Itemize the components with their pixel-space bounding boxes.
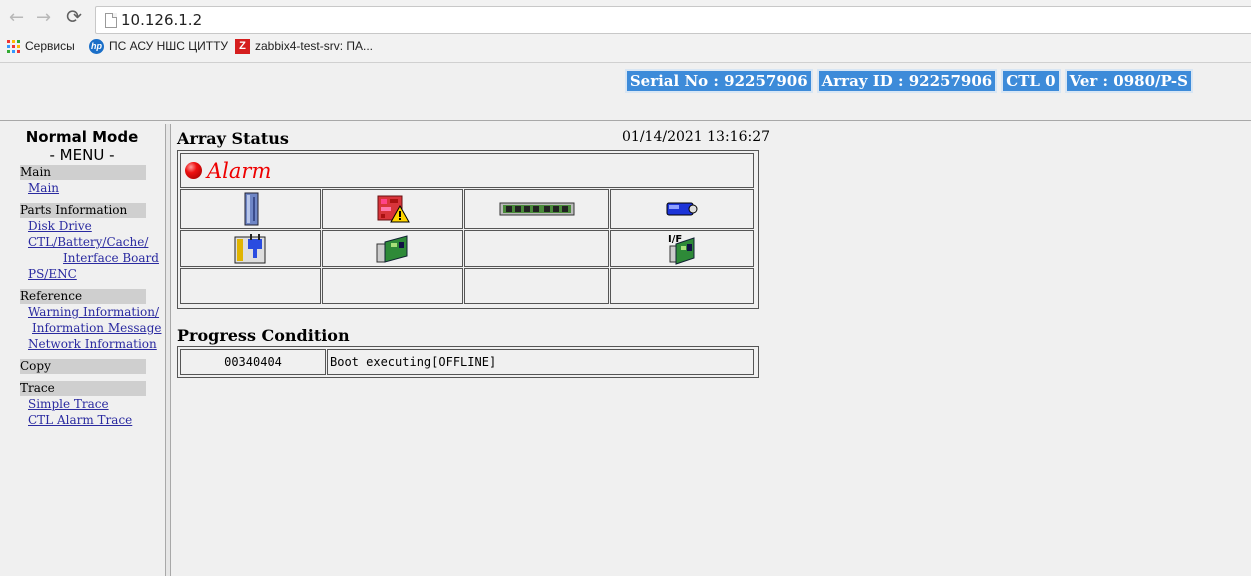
controller-id: CTL 0 [1001, 69, 1061, 93]
menu-link-ctl-battery-cache[interactable]: CTL/Battery/Cache/ [28, 235, 148, 249]
interface-board-icon[interactable]: I/F [666, 232, 698, 266]
back-arrow-icon[interactable]: ← [9, 8, 24, 28]
serial-number: Serial No : 92257906 [624, 69, 813, 93]
forward-arrow-icon[interactable]: → [36, 8, 51, 28]
cache-memory-icon[interactable] [499, 199, 575, 219]
address-bar[interactable]: 10.126.1.2 [95, 6, 1251, 34]
apps-grid-icon [7, 40, 20, 54]
array-id: Array ID : 92257906 [816, 69, 998, 93]
status-cell-battery[interactable] [610, 189, 754, 229]
status-cell-empty-3 [322, 268, 463, 304]
browser-toolbar: ← → ⟳ 10.126.1.2 Сервисы hp ПС АСУ НШС ЦИ… [0, 0, 1251, 63]
menu-section-reference: Reference [20, 289, 146, 304]
menu-link-information-message[interactable]: Information Message [32, 321, 161, 335]
menu-link-main[interactable]: Main [28, 181, 59, 195]
alarm-cell: Alarm [180, 153, 754, 188]
power-supply-icon[interactable] [233, 233, 269, 265]
status-cell-empty-1 [464, 230, 609, 267]
progress-code-cell: 00340404 [180, 349, 326, 375]
menu-link-interface-board[interactable]: Interface Board [63, 251, 159, 265]
status-cell-empty-5 [610, 268, 754, 304]
zabbix-logo-icon: Z [235, 39, 250, 55]
bookmark-ps-asu[interactable]: hp ПС АСУ НШС ЦИТТУ [89, 39, 228, 55]
frame-divider[interactable] [165, 124, 171, 576]
menu-section-main: Main [20, 165, 146, 180]
menu-section-copy[interactable]: Copy [20, 359, 146, 374]
disk-drive-icon[interactable] [240, 192, 262, 226]
alarm-indicator-icon [185, 162, 202, 179]
main-frame: Array Status 01/14/2021 13:16:27 Alarm I… [172, 124, 1251, 576]
bookmark-services[interactable]: Сервисы [7, 39, 75, 54]
status-cell-controller[interactable] [322, 189, 463, 229]
status-cell-cache[interactable] [464, 189, 609, 229]
controller-warning-icon[interactable] [376, 194, 410, 224]
array-status-title: Array Status [177, 129, 289, 148]
array-status-table: Alarm I/F [177, 150, 759, 309]
alarm-status-text: Alarm [207, 158, 272, 183]
battery-icon[interactable] [665, 200, 699, 218]
status-cell-empty-4 [464, 268, 609, 304]
menu-frame: Normal Mode - MENU - Main Main Parts Inf… [0, 124, 164, 576]
status-cell-disk[interactable] [180, 189, 321, 229]
url-text[interactable]: 10.126.1.2 [121, 11, 202, 29]
menu-link-network-information[interactable]: Network Information [28, 337, 157, 351]
hp-logo-icon: hp [89, 39, 104, 55]
firmware-version: Ver : 0980/P-S [1064, 69, 1193, 93]
mode-title: Normal Mode [25, 128, 139, 146]
menu-link-simple-trace[interactable]: Simple Trace [28, 397, 109, 411]
menu-label: - MENU - [49, 146, 115, 164]
menu-section-parts: Parts Information [20, 203, 146, 218]
bookmark-zabbix[interactable]: Zzabbix4-test-srv: ПА... [235, 39, 373, 55]
progress-condition-title: Progress Condition [177, 326, 350, 345]
page-icon [105, 13, 117, 28]
progress-condition-table: 00340404 Boot executing[OFFLINE] [177, 346, 759, 378]
array-info-bar: Serial No : 92257906 Array ID : 92257906… [624, 69, 1193, 93]
status-cell-power[interactable] [180, 230, 321, 267]
bookmarks-bar: Сервисы hp ПС АСУ НШС ЦИТТУ Zzabbix4-test… [0, 36, 1251, 58]
menu-link-ps-enc[interactable]: PS/ENC [28, 267, 77, 281]
status-datetime: 01/14/2021 13:16:27 [622, 129, 771, 145]
menu-link-disk-drive[interactable]: Disk Drive [28, 219, 92, 233]
reload-icon[interactable]: ⟳ [66, 7, 82, 27]
progress-message-cell: Boot executing[OFFLINE] [327, 349, 754, 375]
menu-section-trace: Trace [20, 381, 146, 396]
status-cell-enclosure[interactable] [322, 230, 463, 267]
status-cell-empty-2 [180, 268, 321, 304]
menu-link-ctl-alarm-trace[interactable]: CTL Alarm Trace [28, 413, 132, 427]
progress-code: 00340404 [224, 355, 282, 369]
enclosure-board-icon[interactable] [375, 234, 411, 264]
menu-link-warning-information[interactable]: Warning Information/ [28, 305, 159, 319]
status-cell-interface[interactable]: I/F [610, 230, 754, 267]
header-frame: Serial No : 92257906 Array ID : 92257906… [0, 63, 1251, 121]
progress-message: Boot executing[OFFLINE] [330, 355, 497, 369]
